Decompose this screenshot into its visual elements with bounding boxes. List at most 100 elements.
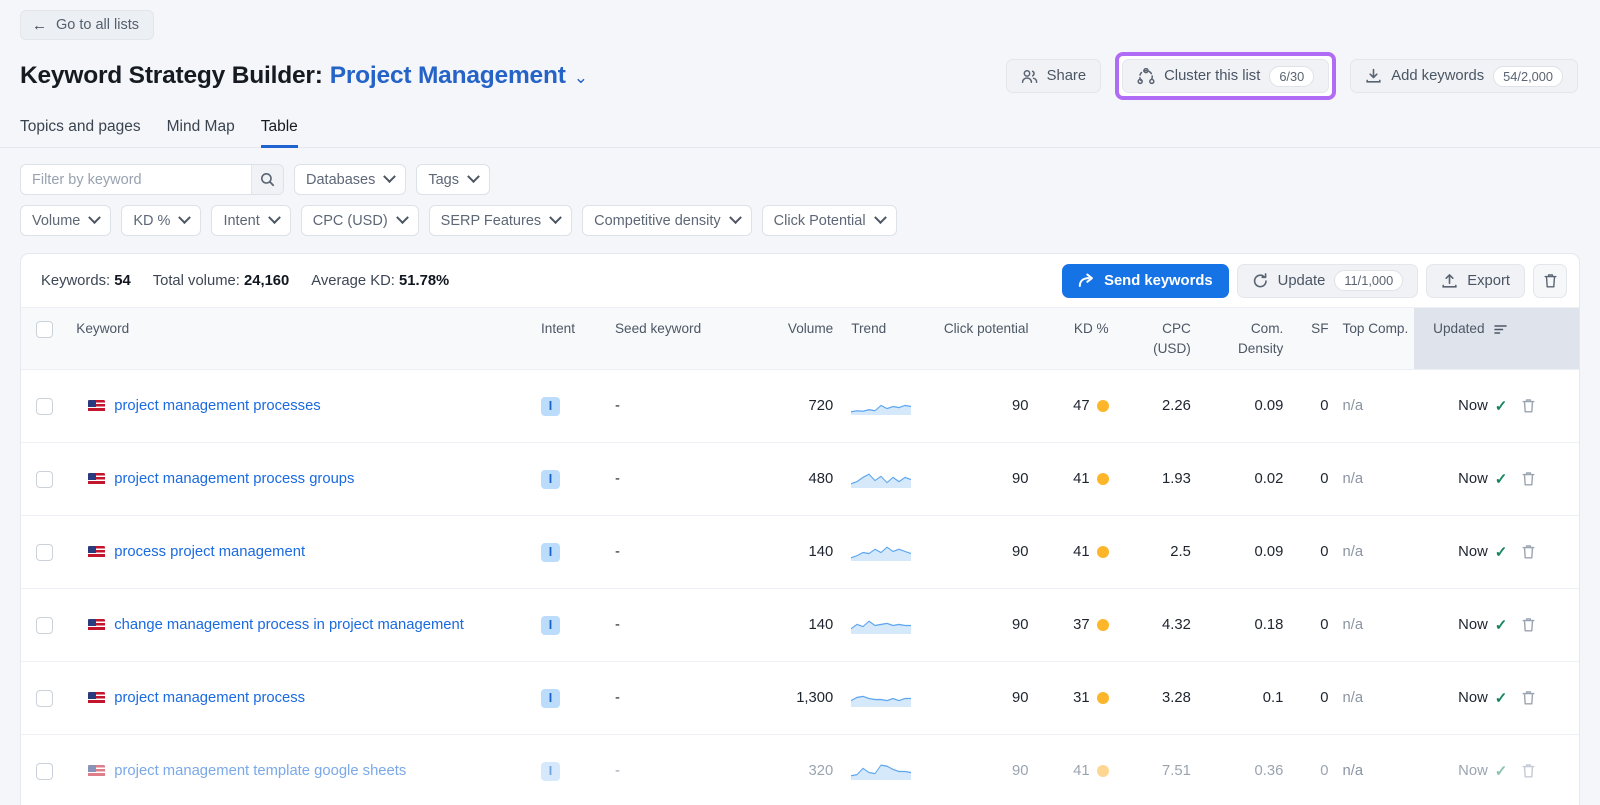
table-row[interactable]: process project management I - 140 90 41…	[21, 516, 1579, 589]
seed-keyword-cell: -	[615, 735, 769, 805]
filter-databases[interactable]: Databases	[294, 164, 406, 195]
filter-row-1: Databases Tags	[20, 164, 1580, 195]
keyword-link[interactable]: process project management	[114, 544, 305, 560]
table-row[interactable]: project management process groups I - 48…	[21, 443, 1579, 516]
intent-badge[interactable]: I	[541, 689, 560, 708]
people-icon	[1021, 69, 1038, 84]
updated-cell: Now✓	[1414, 662, 1521, 735]
trend-cell	[847, 443, 929, 516]
col-intent[interactable]: Intent	[541, 308, 615, 370]
delete-selected-button[interactable]	[1533, 264, 1567, 298]
table-row[interactable]: project management template google sheet…	[21, 735, 1579, 805]
col-volume[interactable]: Volume	[769, 308, 847, 370]
com-density-cell: 0.09	[1205, 516, 1297, 589]
col-com-density[interactable]: Com. Density	[1205, 308, 1297, 370]
export-button[interactable]: Export	[1426, 264, 1525, 298]
row-checkbox[interactable]	[36, 690, 53, 707]
project-name-link[interactable]: Project Management	[330, 62, 566, 90]
cpc-cell: 2.5	[1123, 516, 1205, 589]
row-checkbox[interactable]	[36, 763, 53, 780]
trend-sparkline	[851, 690, 929, 707]
table-row[interactable]: project management processes I - 720 90 …	[21, 370, 1579, 443]
go-to-all-lists-button[interactable]: ← Go to all lists	[20, 10, 154, 40]
cluster-count-badge: 6/30	[1269, 66, 1314, 87]
row-checkbox[interactable]	[36, 398, 53, 415]
check-icon: ✓	[1495, 543, 1508, 561]
row-delete-icon[interactable]	[1521, 544, 1579, 560]
col-cpc[interactable]: CPC (USD)	[1123, 308, 1205, 370]
col-kd[interactable]: KD %	[1042, 308, 1122, 370]
keyword-link[interactable]: project management template google sheet…	[114, 763, 406, 779]
kd-difficulty-dot	[1097, 473, 1109, 485]
filter-serp-features[interactable]: SERP Features	[429, 205, 572, 236]
tab-table[interactable]: Table	[261, 118, 298, 148]
col-seed-keyword[interactable]: Seed keyword	[615, 308, 769, 370]
share-arrow-icon	[1078, 273, 1095, 288]
row-delete-icon[interactable]	[1521, 471, 1579, 487]
tab-topics-and-pages[interactable]: Topics and pages	[20, 118, 141, 148]
filter-competitive-density[interactable]: Competitive density	[582, 205, 752, 236]
share-button[interactable]: Share	[1006, 59, 1102, 93]
intent-badge[interactable]: I	[541, 397, 560, 416]
filter-kd[interactable]: KD %	[121, 205, 201, 236]
filter-tags[interactable]: Tags	[416, 164, 490, 195]
tab-mind-map[interactable]: Mind Map	[167, 118, 235, 148]
col-click-potential[interactable]: Click potential	[929, 308, 1042, 370]
intent-badge[interactable]: I	[541, 762, 560, 781]
col-keyword[interactable]: Keyword	[68, 308, 541, 370]
chevron-down-icon[interactable]: ⌄	[574, 68, 588, 88]
search-button[interactable]	[251, 165, 283, 194]
intent-badge[interactable]: I	[541, 616, 560, 635]
stat-total-volume: Total volume: 24,160	[153, 273, 290, 289]
page-title-prefix: Keyword Strategy Builder:	[20, 62, 323, 90]
seed-keyword-cell: -	[615, 589, 769, 662]
kd-cell: 41	[1042, 443, 1122, 516]
cluster-this-list-button[interactable]: Cluster this list 6/30	[1122, 59, 1329, 93]
volume-cell: 1,300	[769, 662, 847, 735]
update-button[interactable]: Update 11/1,000	[1237, 264, 1419, 298]
intent-badge[interactable]: I	[541, 543, 560, 562]
row-checkbox[interactable]	[36, 617, 53, 634]
row-delete-icon[interactable]	[1521, 617, 1579, 633]
filter-bar: Databases Tags Volume KD % Intent	[0, 148, 1600, 236]
seed-keyword-cell: -	[615, 662, 769, 735]
filter-cpc[interactable]: CPC (USD)	[301, 205, 419, 236]
row-delete-icon[interactable]	[1521, 690, 1579, 706]
col-trend[interactable]: Trend	[847, 308, 929, 370]
col-sf[interactable]: SF	[1297, 308, 1342, 370]
sf-cell: 0	[1297, 735, 1342, 805]
keyword-cell: project management processes	[68, 370, 541, 443]
filter-volume[interactable]: Volume	[20, 205, 111, 236]
select-all-header	[21, 308, 68, 370]
filter-competitive-density-label: Competitive density	[594, 213, 721, 229]
row-delete-icon[interactable]	[1521, 398, 1579, 414]
intent-cell: I	[541, 443, 615, 516]
table-row[interactable]: change management process in project man…	[21, 589, 1579, 662]
row-select-cell	[21, 735, 68, 805]
filter-intent[interactable]: Intent	[211, 205, 290, 236]
keyword-link[interactable]: project management process	[114, 690, 305, 706]
keyword-link[interactable]: project management processes	[114, 398, 320, 414]
cpc-cell: 2.26	[1123, 370, 1205, 443]
filter-row-2: Volume KD % Intent CPC (USD) SERP Featur…	[20, 205, 1580, 236]
intent-cell: I	[541, 516, 615, 589]
col-top-comp[interactable]: Top Comp.	[1343, 308, 1415, 370]
col-updated[interactable]: Updated	[1414, 308, 1521, 370]
keyword-link[interactable]: project management process groups	[114, 471, 354, 487]
intent-badge[interactable]: I	[541, 470, 560, 489]
search-input[interactable]	[21, 165, 251, 194]
add-keywords-button[interactable]: Add keywords 54/2,000	[1350, 59, 1578, 93]
send-keywords-button[interactable]: Send keywords	[1062, 264, 1229, 298]
table-row[interactable]: project management process I - 1,300 90 …	[21, 662, 1579, 735]
row-checkbox[interactable]	[36, 544, 53, 561]
stat-total-volume-value: 24,160	[244, 273, 289, 289]
row-delete-cell	[1521, 370, 1579, 443]
row-checkbox[interactable]	[36, 471, 53, 488]
select-all-checkbox[interactable]	[36, 321, 53, 338]
top-bar: ← Go to all lists Keyword Strategy Build…	[0, 0, 1600, 100]
trend-cell	[847, 735, 929, 805]
title-row: Keyword Strategy Builder: Project Manage…	[20, 52, 1580, 100]
keyword-link[interactable]: change management process in project man…	[114, 617, 464, 633]
row-delete-icon[interactable]	[1521, 763, 1579, 779]
filter-click-potential[interactable]: Click Potential	[762, 205, 897, 236]
